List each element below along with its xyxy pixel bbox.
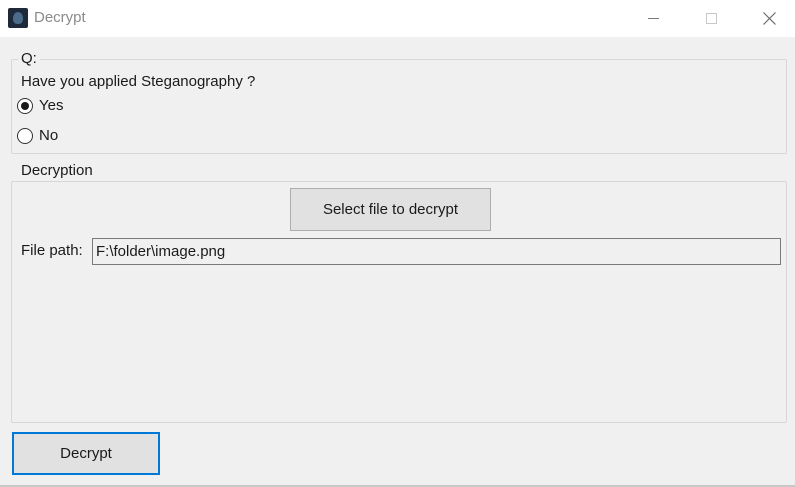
decrypt-button[interactable]: Decrypt [12, 432, 160, 475]
close-button[interactable] [740, 0, 795, 37]
radio-yes-indicator[interactable] [17, 97, 33, 114]
app-icon [8, 8, 28, 28]
maximize-icon [705, 13, 717, 24]
minimize-button[interactable] [624, 0, 682, 37]
file-path-label: File path: [21, 242, 83, 259]
radio-yes-label[interactable]: Yes [39, 97, 63, 114]
radio-yes[interactable]: Yes [17, 97, 63, 114]
question-group-title: Q: [18, 50, 40, 67]
decrypt-window: Decrypt Q: Have you applied Steganograph… [0, 0, 795, 487]
radio-no-indicator[interactable] [17, 127, 33, 144]
question-text: Have you applied Steganography ? [21, 73, 256, 90]
radio-no-label[interactable]: No [39, 127, 58, 144]
close-icon [762, 12, 776, 25]
file-path-input[interactable] [92, 238, 781, 265]
minimize-icon [647, 18, 659, 19]
maximize-button[interactable] [682, 0, 740, 37]
radio-no[interactable]: No [17, 127, 58, 144]
decryption-group-title: Decryption [18, 162, 96, 179]
select-file-button[interactable]: Select file to decrypt [290, 188, 491, 231]
title-bar[interactable]: Decrypt [0, 0, 795, 37]
window-title: Decrypt [34, 9, 86, 26]
